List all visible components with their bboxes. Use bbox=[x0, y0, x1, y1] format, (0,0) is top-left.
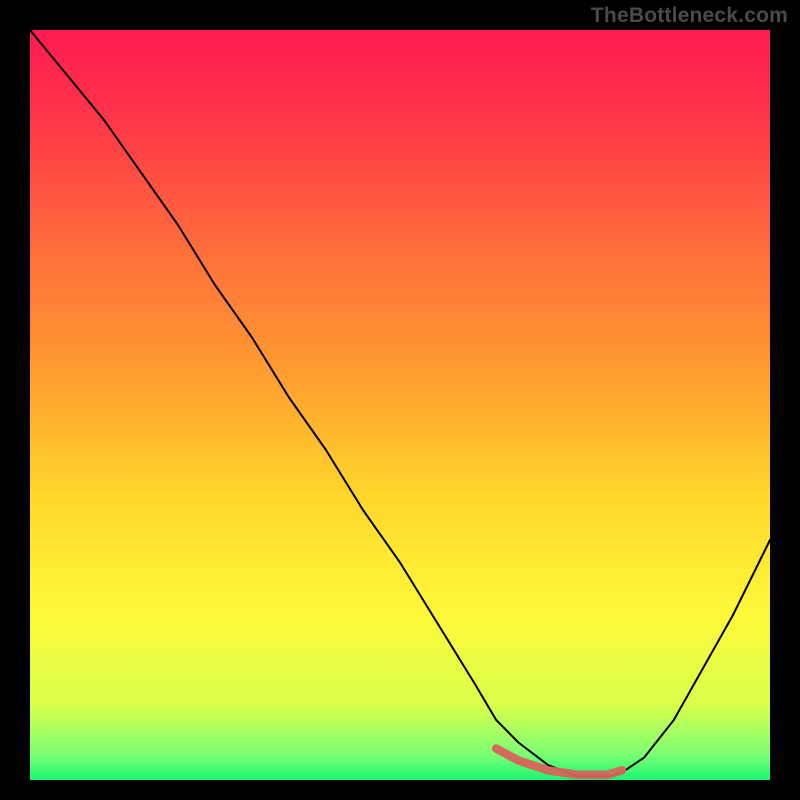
plot-svg bbox=[30, 30, 770, 780]
gradient-background bbox=[30, 30, 770, 780]
plot-area bbox=[30, 30, 770, 780]
watermark-text: TheBottleneck.com bbox=[591, 4, 788, 28]
chart-frame: TheBottleneck.com bbox=[0, 0, 800, 800]
